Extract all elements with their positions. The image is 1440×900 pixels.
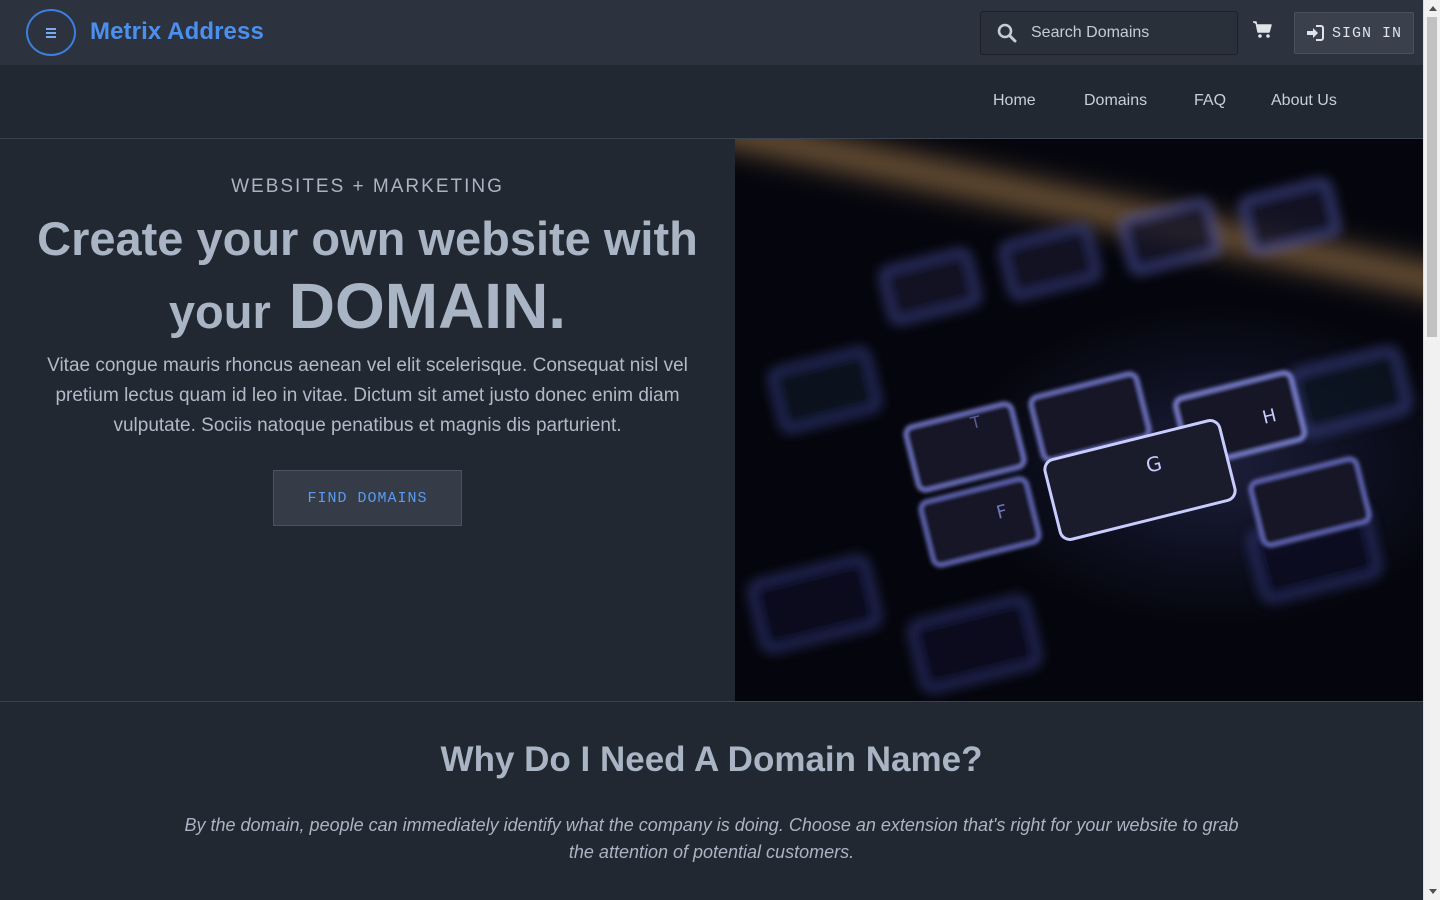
hero-section: WEBSITES + MARKETING Create your own web… — [0, 139, 735, 701]
nav-item-home[interactable]: Home — [993, 92, 1036, 110]
page: Metrix Address SIGN IN Home Domain — [0, 0, 1423, 900]
search-icon — [997, 23, 1017, 43]
why-domain-section: Why Do I Need A Domain Name? By the doma… — [0, 701, 1423, 900]
scroll-up-arrow-icon[interactable] — [1424, 0, 1440, 17]
nav-item-faq[interactable]: FAQ — [1194, 92, 1226, 110]
find-domains-button[interactable]: FIND DOMAINS — [273, 470, 462, 526]
brand-logo-text[interactable]: Metrix Address — [90, 18, 264, 46]
nav-item-domains[interactable]: Domains — [1084, 92, 1147, 110]
top-bar: Metrix Address SIGN IN — [0, 0, 1423, 65]
menu-button[interactable] — [26, 9, 76, 56]
hero-headline-prefix: your — [168, 285, 271, 338]
scrollbar-thumb[interactable] — [1427, 17, 1437, 337]
sign-in-button[interactable]: SIGN IN — [1294, 12, 1414, 54]
sign-in-icon — [1306, 25, 1324, 41]
why-domain-text: By the domain, people can immediately id… — [184, 815, 1239, 862]
hero-headline-line2: your DOMAIN. — [0, 273, 735, 345]
nav-item-about-us[interactable]: About Us — [1271, 92, 1337, 110]
cart-button[interactable] — [1252, 20, 1276, 44]
main-nav: Home Domains FAQ About Us — [0, 65, 1423, 139]
hero-lead-text: Vitae congue mauris rhoncus aenean vel e… — [47, 355, 688, 436]
search-box[interactable] — [980, 11, 1238, 55]
keyboard-hero-image: G H F T — [735, 139, 1423, 701]
hero-headline: Create your own website with your DOMAIN. — [0, 211, 735, 345]
sign-in-label: SIGN IN — [1331, 24, 1402, 42]
cart-icon — [1253, 21, 1272, 38]
hero-eyebrow: WEBSITES + MARKETING — [231, 176, 504, 197]
hero-headline-emphasis: DOMAIN. — [288, 270, 567, 342]
hero-headline-line1: Create your own website with — [37, 212, 698, 265]
search-input[interactable] — [1031, 24, 1221, 42]
scroll-down-arrow-icon[interactable] — [1424, 883, 1440, 900]
menu-icon — [46, 27, 56, 38]
why-domain-title: Why Do I Need A Domain Name? — [440, 740, 983, 779]
vertical-scrollbar[interactable] — [1423, 0, 1440, 900]
